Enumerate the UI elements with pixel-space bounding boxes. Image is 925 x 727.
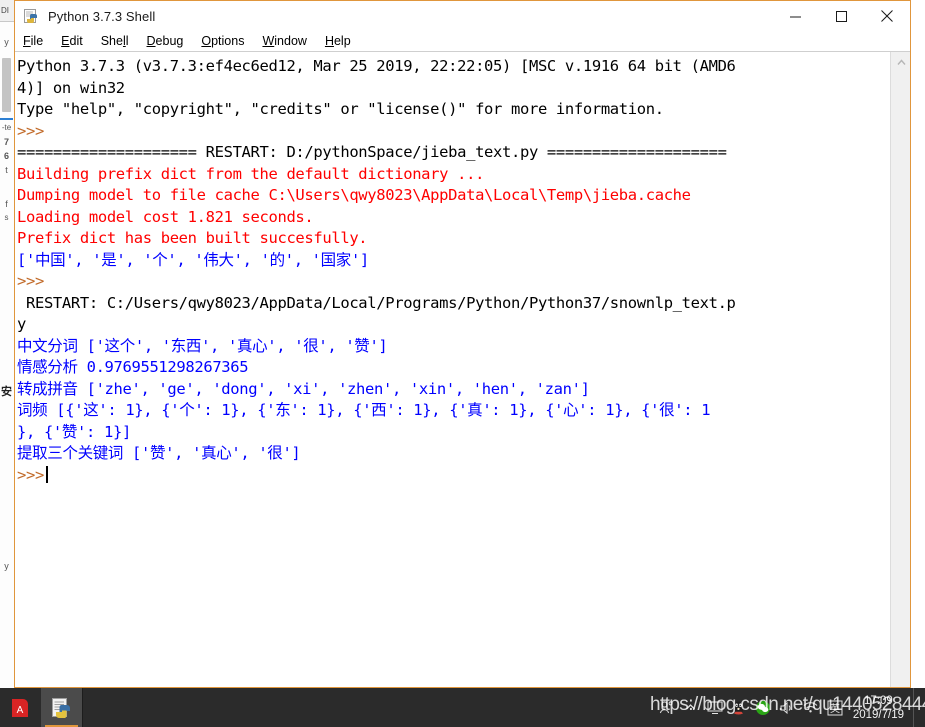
svg-text:英: 英: [830, 702, 840, 715]
python-idle-taskbar-icon: [51, 697, 70, 718]
shell-line: Type "help", "copyright", "credits" or "…: [17, 100, 664, 118]
menu-mnemonic: O: [201, 34, 212, 48]
shell-line: Dumping model to file cache C:\Users\qwy…: [17, 186, 691, 204]
chevron-up-icon: [896, 58, 906, 65]
shell-text-area[interactable]: Python 3.7.3 (v3.7.3:ef4ec6ed12, Mar 25 …: [15, 52, 910, 687]
shell-line: 情感分析 0.9769551298267365: [17, 358, 249, 376]
shell-line: 提取三个关键词 ['赞', '真心', '很']: [17, 444, 301, 462]
menu-mnemonic: D: [146, 34, 156, 48]
minimize-icon: [789, 16, 801, 17]
background-window-cjk-mark: 安: [1, 386, 12, 398]
shell-line: Loading model cost 1.821 seconds.: [17, 207, 314, 226]
background-window-mark-4: t: [5, 165, 8, 175]
menu-label-pre: She: [100, 34, 123, 48]
taskbar-button-python-idle[interactable]: [41, 688, 83, 727]
vertical-scrollbar[interactable]: [890, 52, 910, 687]
clock-date: 2019/7/19: [852, 708, 904, 721]
ime-language-icon[interactable]: 英: [823, 688, 847, 727]
taskbar-clock[interactable]: 17:09 2019/7/19: [847, 694, 913, 722]
taskbar-buttons[interactable]: A: [0, 688, 83, 727]
menu-bar[interactable]: File Edit Shell Debug Options Window Hel…: [15, 31, 910, 52]
shell-line: >>>: [17, 465, 889, 487]
menu-label: dit: [69, 34, 83, 48]
shell-output[interactable]: Python 3.7.3 (v3.7.3:ef4ec6ed12, Mar 25 …: [15, 52, 889, 486]
menu-label: ebug: [155, 34, 184, 48]
shell-line: y: [17, 315, 26, 333]
shell-line: 4)] on win32: [17, 78, 125, 97]
background-window-scrollbar-thumb[interactable]: [2, 58, 11, 112]
show-desktop-button[interactable]: [913, 688, 921, 727]
desktop-background: DI y -te 7 6 t f s 安 y Python 3.7.3 Shel…: [0, 0, 925, 727]
menu-item-options[interactable]: Options: [200, 34, 253, 48]
text-caret: [45, 465, 48, 483]
background-window-mark-5: f: [5, 199, 8, 209]
shell-line: >>>: [17, 121, 44, 140]
background-window-mark-0: y: [4, 37, 9, 47]
pdf-reader-taskbar-icon: A: [11, 698, 28, 717]
menu-item-help[interactable]: Help: [324, 34, 360, 48]
shell-line: ==================== RESTART: D:/pythonS…: [17, 143, 727, 161]
menu-mnemonic: E: [61, 34, 70, 48]
menu-label: elp: [333, 34, 351, 48]
shell-line: ['中国', '是', '个', '伟大', '的', '国家']: [17, 250, 369, 269]
shell-line: RESTART: C:/Users/qwy8023/AppData/Local/…: [17, 293, 736, 312]
maximize-icon: [835, 10, 847, 22]
menu-mnemonic: W: [262, 34, 275, 48]
background-window-tab: DI: [0, 0, 15, 22]
menu-item-shell[interactable]: Shell: [100, 34, 138, 48]
background-window-mark-7: y: [4, 561, 9, 571]
volume-icon[interactable]: [775, 688, 799, 727]
minimize-button[interactable]: [772, 1, 818, 31]
background-window-mark-3: 6: [3, 151, 9, 161]
menu-mnemonic: F: [23, 34, 31, 48]
menu-mnemonic: H: [324, 34, 334, 48]
menu-label: l: [125, 34, 129, 48]
python-idle-icon: [24, 8, 40, 24]
menu-item-debug[interactable]: Debug: [146, 34, 193, 48]
window-title-bar[interactable]: Python 3.7.3 Shell: [15, 0, 910, 31]
shell-line: Python 3.7.3 (v3.7.3:ef4ec6ed12, Mar 25 …: [17, 57, 736, 75]
wechat-icon[interactable]: [751, 688, 775, 727]
window-title: Python 3.7.3 Shell: [48, 8, 156, 24]
menu-label: ile: [30, 34, 44, 48]
windows-taskbar[interactable]: A 英 17:09 2019/7/19 https://blog.csdn.ne…: [0, 688, 925, 727]
shell-line: Prefix dict has been built succesfully.: [17, 229, 368, 247]
shell-line: >>>: [17, 272, 44, 290]
svg-text:A: A: [16, 705, 23, 716]
clock-time: 17:09: [864, 694, 893, 707]
shell-line: 中文分词 ['这个', '东西', '真心', '很', '赞']: [17, 336, 388, 355]
shell-line: Building prefix dict from the default di…: [17, 164, 485, 183]
qq-penguin-icon[interactable]: [727, 688, 751, 727]
window-controls[interactable]: [772, 1, 910, 31]
menu-item-edit[interactable]: Edit: [60, 34, 92, 48]
python-shell-window[interactable]: Python 3.7.3 Shell File Edit Shell Debug…: [14, 0, 911, 688]
background-window-mark-6: s: [4, 213, 9, 222]
close-icon: [881, 10, 893, 22]
shell-line: }, {'赞': 1}]: [17, 422, 131, 441]
people-icon[interactable]: [655, 688, 679, 727]
shell-line: 转成拼音 ['zhe', 'ge', 'dong', 'xi', 'zhen',…: [17, 379, 590, 398]
close-button[interactable]: [864, 1, 910, 31]
system-tray[interactable]: 英 17:09 2019/7/19: [655, 688, 925, 727]
background-window-accent-bar: [0, 118, 13, 120]
menu-label: ptions: [211, 34, 245, 48]
show-hidden-icons-chevron-icon[interactable]: [679, 688, 703, 727]
menu-item-file[interactable]: File: [22, 34, 52, 48]
network-icon[interactable]: [799, 688, 823, 727]
menu-label: indow: [274, 34, 307, 48]
scrollbar-up-arrow[interactable]: [891, 52, 910, 72]
menu-item-window[interactable]: Window: [261, 34, 315, 48]
monitor-icon[interactable]: [703, 688, 727, 727]
shell-line: 词频 [{'这': 1}, {'个': 1}, {'东': 1}, {'西': …: [17, 401, 711, 419]
maximize-button[interactable]: [818, 1, 864, 31]
background-window-mark-2: 7: [3, 137, 9, 147]
taskbar-button-pdf-reader[interactable]: A: [0, 688, 41, 727]
background-window-mark-1: -te: [1, 123, 12, 132]
